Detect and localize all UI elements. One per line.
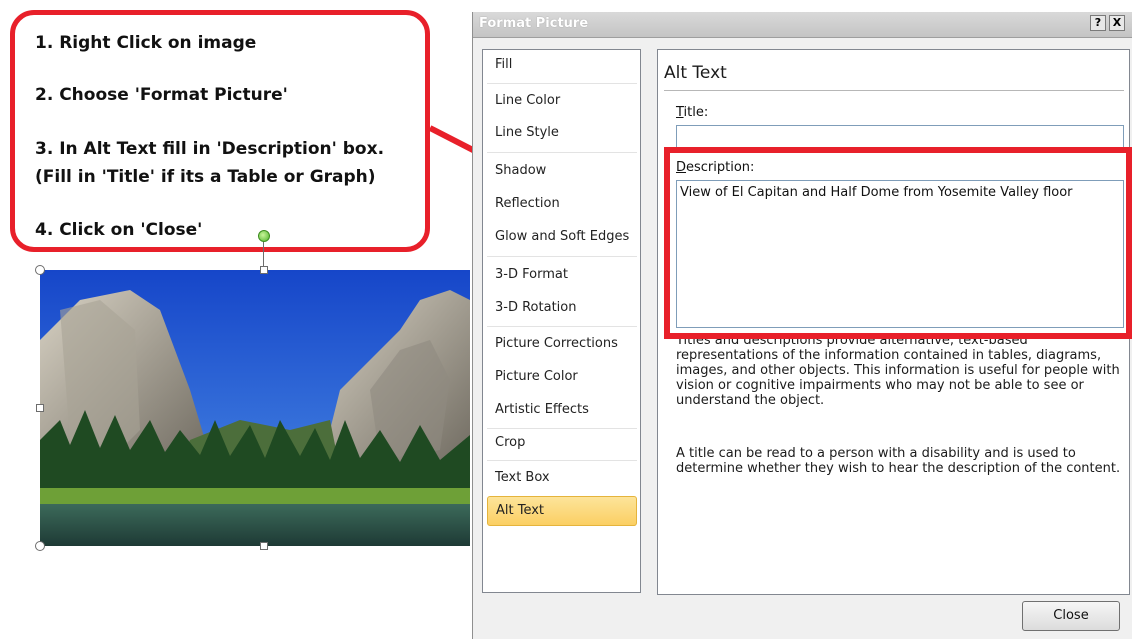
description-textarea[interactable]: View of El Capitan and Half Dome from Yo… [676,180,1124,328]
dialog-title: Format Picture [479,16,589,31]
yosemite-photo[interactable] [40,270,470,546]
panel-heading: Alt Text [664,63,727,83]
nav-separator [487,256,637,257]
nav-separator [487,460,637,461]
resize-handle-bottom[interactable] [260,542,268,550]
nav-item-3d-rotation[interactable]: 3-D Rotation [487,293,637,323]
resize-handle-bottom-left[interactable] [35,541,45,551]
nav-item-fill[interactable]: Fill [487,50,637,80]
description-label-text: escription: [686,160,755,175]
nav-item-artistic-effects[interactable]: Artistic Effects [487,395,637,425]
nav-item-shadow[interactable]: Shadow [487,156,637,186]
description-label: Description: [676,160,754,175]
alt-text-help-paragraph-1: Titles and descriptions provide alternat… [676,333,1120,408]
landscape-illustration [40,270,470,546]
nav-separator [487,83,637,84]
nav-item-line-style[interactable]: Line Style [487,118,637,148]
format-picture-dialog: Format Picture ? X Fill Line Color Line … [472,12,1132,639]
nav-item-text-box[interactable]: Text Box [487,463,637,493]
close-x-button[interactable]: X [1109,15,1125,31]
step-2-text: 2. Choose 'Format Picture' [35,85,288,105]
step-3-note-text: (Fill in 'Title' if its a Table or Graph… [35,167,376,187]
rotation-handle-stem [263,238,264,268]
instruction-callout: 1. Right Click on image 2. Choose 'Forma… [10,10,430,252]
step-1-text: 1. Right Click on image [35,33,257,53]
description-label-accesskey: D [676,160,687,175]
nav-item-glow-soft-edges[interactable]: Glow and Soft Edges [487,222,637,252]
resize-handle-top-left[interactable] [35,265,45,275]
alt-text-help-paragraph-2: A title can be read to a person with a d… [676,446,1121,476]
nav-separator [487,152,637,153]
title-label-text: itle: [683,105,709,120]
step-3-text: 3. In Alt Text fill in 'Description' box… [35,139,385,159]
rotation-handle[interactable] [258,230,270,242]
title-label: Title: [676,105,708,120]
title-label-accesskey: T [676,105,684,120]
step-4-text: 4. Click on 'Close' [35,220,203,240]
nav-item-line-color[interactable]: Line Color [487,86,637,116]
nav-item-crop[interactable]: Crop [487,428,637,458]
resize-handle-left[interactable] [36,404,44,412]
resize-handle-top[interactable] [260,266,268,274]
help-button[interactable]: ? [1090,15,1106,31]
dialog-titlebar[interactable]: Format Picture ? X [473,12,1132,38]
close-button[interactable]: Close [1022,601,1120,631]
nav-separator [487,326,637,327]
nav-item-picture-corrections[interactable]: Picture Corrections [487,329,637,359]
alt-text-panel: Alt Text Title: Description: View of El … [657,49,1130,595]
selected-picture[interactable] [35,230,470,551]
title-input[interactable] [676,125,1124,149]
category-nav: Fill Line Color Line Style Shadow Reflec… [482,49,641,593]
nav-item-alt-text[interactable]: Alt Text [487,496,637,526]
nav-item-3d-format[interactable]: 3-D Format [487,260,637,290]
panel-divider [664,90,1124,91]
nav-item-reflection[interactable]: Reflection [487,189,637,219]
nav-item-picture-color[interactable]: Picture Color [487,362,637,392]
